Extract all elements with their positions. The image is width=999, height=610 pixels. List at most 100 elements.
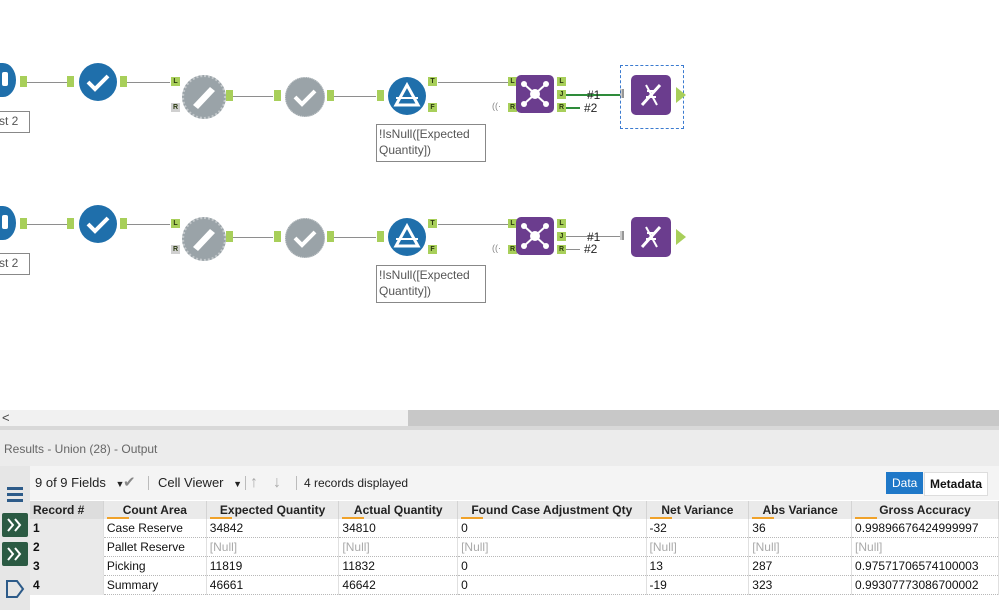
join-tool-icon[interactable] [516, 75, 554, 113]
table-cell[interactable]: 13 [646, 556, 750, 576]
list-view-icon[interactable] [5, 484, 25, 506]
table-cell[interactable]: [Null] [206, 537, 340, 557]
data-tab[interactable]: Data [886, 472, 924, 494]
join-r-output[interactable]: R [557, 103, 566, 112]
input-anchor[interactable] [67, 218, 74, 229]
fields-selector[interactable]: 9 of 9 Fields ▼ [35, 466, 124, 500]
connection-line[interactable] [334, 96, 376, 97]
metadata-tab[interactable]: Metadata [924, 472, 989, 496]
output-anchor[interactable] [676, 229, 686, 245]
input-anchor[interactable] [67, 76, 74, 87]
column-header[interactable]: Count Area [103, 501, 207, 519]
output-anchor[interactable] [20, 76, 27, 87]
join-l-output[interactable]: L [557, 77, 566, 86]
select-tool-icon[interactable] [79, 63, 117, 101]
input-tool-icon[interactable] [0, 206, 16, 240]
input-anchor-l[interactable]: L [171, 77, 180, 86]
table-cell[interactable]: 287 [748, 556, 853, 576]
join-l-output[interactable]: L [557, 219, 566, 228]
output-anchor[interactable] [676, 87, 686, 103]
multi-input-anchor[interactable]: ⫼ [620, 231, 625, 242]
connection-line[interactable] [233, 237, 273, 238]
forward-icon[interactable] [2, 513, 28, 537]
filter-tool-icon[interactable] [388, 77, 426, 115]
checkmark-icon[interactable]: ✔ [123, 466, 136, 500]
output-anchor[interactable] [226, 90, 233, 101]
workflow-canvas[interactable]: st 2 L R T F !IsNull([Expected Quantity]… [0, 0, 999, 410]
input-anchor-r[interactable]: R [171, 245, 180, 254]
table-cell[interactable]: 11819 [206, 556, 340, 576]
select-tool-icon[interactable] [79, 205, 117, 243]
false-anchor[interactable]: F [428, 245, 437, 254]
column-header[interactable]: Net Variance [646, 501, 750, 519]
output-anchor[interactable] [226, 231, 233, 242]
join-j-output[interactable]: J [557, 232, 566, 241]
table-cell[interactable]: Case Reserve [103, 519, 207, 538]
table-cell[interactable]: 11832 [338, 556, 459, 576]
connection-line[interactable] [127, 82, 170, 83]
filter-tool-icon[interactable] [388, 218, 426, 256]
input-anchor-r[interactable]: R [171, 103, 180, 112]
table-cell[interactable]: 0.99307773086700002 [851, 575, 999, 595]
table-cell[interactable]: 0.97571706574100003 [851, 556, 999, 576]
output-anchor[interactable] [327, 90, 334, 101]
column-header[interactable]: Gross Accuracy [851, 501, 999, 519]
union-tool-icon[interactable] [631, 75, 671, 115]
table-row[interactable]: 3 Picking 11819 11832 0 13 287 0.9757170… [30, 556, 999, 576]
true-anchor[interactable]: T [428, 219, 437, 228]
output-anchor[interactable] [327, 231, 334, 242]
table-cell[interactable]: 0 [457, 519, 647, 538]
table-cell[interactable]: -19 [646, 575, 750, 595]
table-cell[interactable]: 46642 [338, 575, 459, 595]
table-cell[interactable]: 34810 [338, 519, 459, 538]
output-anchor[interactable] [120, 76, 127, 87]
arrow-up-icon[interactable]: ↑ [250, 466, 258, 500]
table-cell[interactable]: 0 [457, 556, 647, 576]
append-tool-icon[interactable] [182, 75, 226, 119]
connection-line[interactable] [438, 224, 508, 225]
column-header[interactable]: Abs Variance [748, 501, 853, 519]
select-tool-disabled-icon[interactable] [285, 77, 325, 117]
connection-line[interactable] [127, 224, 170, 225]
input-anchor-l[interactable]: L [171, 219, 180, 228]
connection-line[interactable] [566, 107, 580, 109]
input-tool-icon[interactable] [0, 63, 16, 97]
select-tool-disabled-icon[interactable] [285, 218, 325, 258]
join-r-output[interactable]: R [557, 245, 566, 254]
connection-line[interactable] [566, 249, 580, 250]
table-cell[interactable]: 0.99896676424999997 [851, 519, 999, 538]
join-j-output[interactable]: J [557, 90, 566, 99]
output-anchor[interactable] [120, 218, 127, 229]
table-cell[interactable]: 34842 [206, 519, 340, 538]
canvas-horizontal-scrollbar[interactable]: < [0, 410, 999, 426]
table-row[interactable]: 4 Summary 46661 46642 0 -19 323 0.993077… [30, 575, 999, 595]
table-row[interactable]: 1 Case Reserve 34842 34810 0 -32 36 0.99… [30, 519, 999, 538]
connection-line[interactable] [27, 82, 67, 83]
arrow-down-icon[interactable]: ↓ [273, 466, 281, 500]
table-cell[interactable]: [Null] [748, 537, 853, 557]
column-header[interactable]: Expected Quantity [206, 501, 340, 519]
table-cell[interactable]: [Null] [338, 537, 459, 557]
multi-input-anchor[interactable]: ⫼ [620, 89, 625, 100]
false-anchor[interactable]: F [428, 103, 437, 112]
table-cell[interactable]: [Null] [851, 537, 999, 557]
table-cell[interactable]: 46661 [206, 575, 340, 595]
input-anchor[interactable] [377, 90, 384, 101]
table-cell[interactable]: [Null] [646, 537, 750, 557]
input-anchor[interactable] [274, 231, 281, 242]
column-header[interactable]: Actual Quantity [338, 501, 459, 519]
true-anchor[interactable]: T [428, 77, 437, 86]
union-tool-icon[interactable] [631, 217, 671, 257]
table-cell[interactable]: 0 [457, 575, 647, 595]
connection-line[interactable] [233, 96, 273, 97]
join-tool-icon[interactable] [516, 217, 554, 255]
scrollbar-thumb[interactable] [408, 410, 999, 426]
connection-line[interactable] [438, 82, 508, 83]
table-cell[interactable]: Summary [103, 575, 207, 595]
scroll-left-arrow[interactable]: < [2, 410, 10, 426]
connection-line[interactable] [27, 224, 67, 225]
column-header[interactable]: Record # [30, 501, 104, 519]
table-cell[interactable]: [Null] [457, 537, 647, 557]
cell-viewer-selector[interactable]: Cell Viewer ▼ [158, 466, 242, 500]
input-anchor[interactable] [377, 231, 384, 242]
